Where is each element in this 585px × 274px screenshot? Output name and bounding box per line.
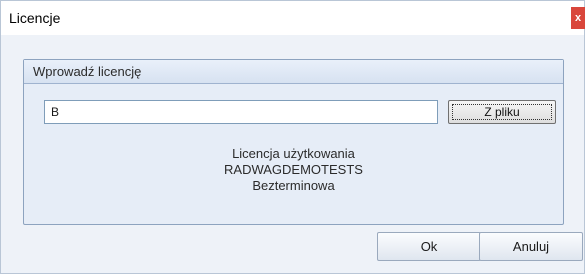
group-title: Wprowadź licencję (33, 64, 142, 79)
license-validity: Bezterminowa (252, 178, 335, 193)
group-header: Wprowadź licencję (24, 60, 563, 84)
close-button[interactable]: x (571, 7, 585, 29)
license-type: Licencja użytkowania (232, 146, 355, 161)
license-key-input[interactable] (44, 100, 438, 124)
license-info: Licencja użytkowania RADWAGDEMOTESTS Bez… (24, 146, 563, 194)
ok-label: Ok (420, 239, 438, 254)
title-bar: Licencje x (1, 1, 585, 35)
close-icon: x (574, 12, 582, 24)
license-dialog: Licencje x Wprowadź licencję Z pliku Lic… (0, 0, 585, 274)
dialog-title: Licencje (9, 10, 61, 26)
license-groupbox: Wprowadź licencję Z pliku Licencja użytk… (23, 59, 564, 225)
cancel-button[interactable]: Anuluj (479, 232, 583, 261)
cancel-label: Anuluj (512, 239, 550, 254)
focus-ring (452, 104, 552, 120)
ok-button[interactable]: Ok (377, 232, 481, 261)
dialog-content: Wprowadź licencję Z pliku Licencja użytk… (1, 35, 584, 273)
licensee-name: RADWAGDEMOTESTS (224, 162, 363, 177)
from-file-button[interactable]: Z pliku (448, 100, 556, 124)
